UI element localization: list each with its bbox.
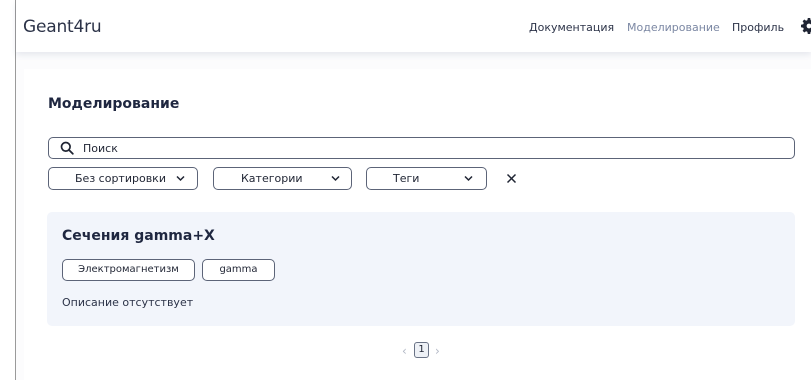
search-box[interactable] [48,137,795,159]
gear-icon[interactable] [801,18,811,34]
pagination-page-current[interactable]: 1 [414,342,429,358]
simulation-list-item[interactable]: Сечения gamma+X Электромагнетизм gamma О… [47,212,795,326]
tag-chip-gamma[interactable]: gamma [202,259,275,281]
tags-dropdown[interactable]: Теги [366,167,487,190]
close-icon[interactable] [505,172,518,185]
item-description: Описание отсутствует [62,296,194,309]
chevron-down-icon [464,175,473,182]
page-title: Моделирование [48,96,180,112]
top-navbar: Geant4ru Документация Моделирование Проф… [16,0,811,52]
search-input[interactable] [83,139,783,157]
pagination-next-button[interactable]: › [435,344,440,358]
categories-dropdown-label: Категории [241,172,303,185]
nav-link-docs[interactable]: Документация [529,21,614,34]
categories-dropdown[interactable]: Категории [213,167,352,190]
item-title[interactable]: Сечения gamma+X [62,228,215,244]
tags-dropdown-label: Теги [393,172,420,185]
pagination-prev-button[interactable]: ‹ [402,344,407,358]
search-icon [60,141,74,155]
sort-dropdown[interactable]: Без сортировки [48,167,198,190]
nav-link-simulation[interactable]: Моделирование [627,21,720,34]
chevron-down-icon [331,175,340,182]
nav-link-profile[interactable]: Профиль [732,21,784,34]
chevron-down-icon [176,175,185,182]
sort-dropdown-label: Без сортировки [75,172,166,185]
app-logo[interactable]: Geant4ru [23,17,102,37]
tag-chip-electromagnetism[interactable]: Электромагнетизм [62,259,195,281]
